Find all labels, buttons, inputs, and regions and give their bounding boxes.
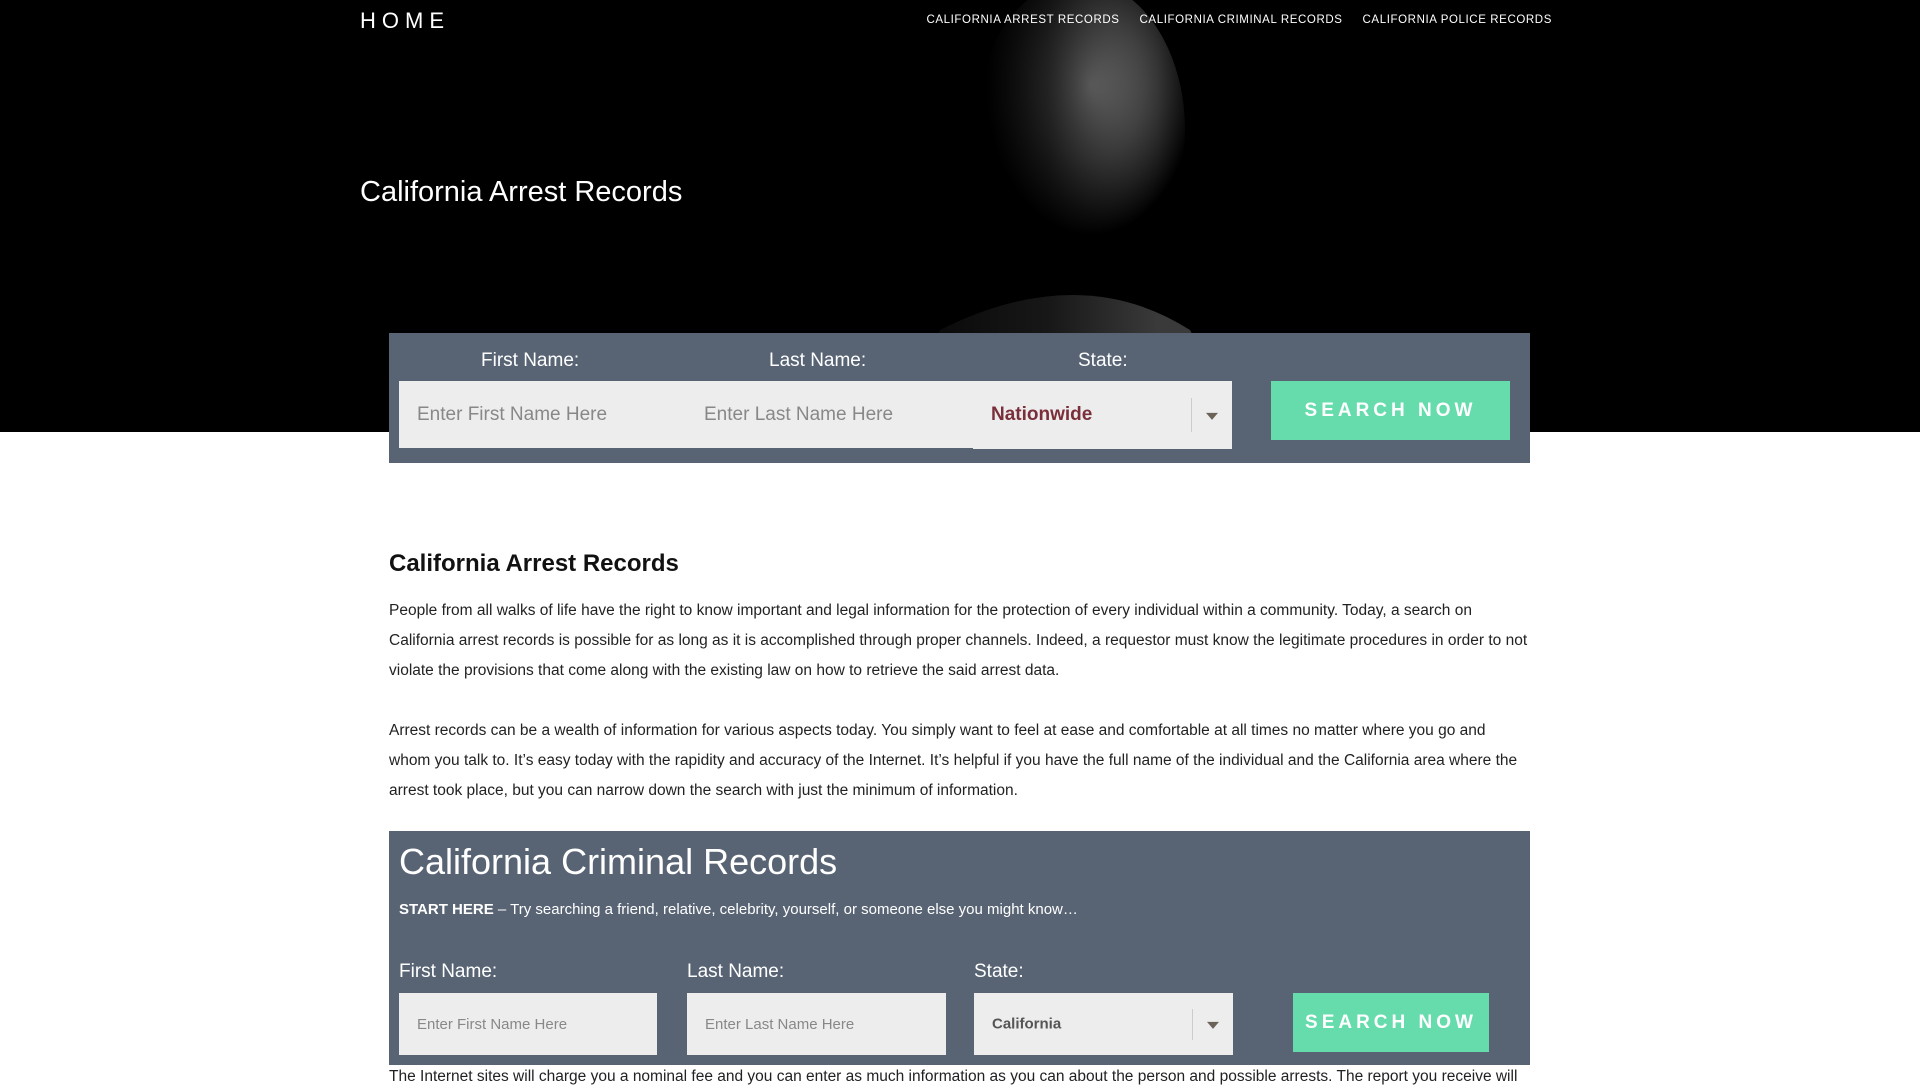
- top-nav: CALIFORNIA ARREST RECORDS CALIFORNIA CRI…: [926, 14, 1552, 26]
- start-here-text: START HERE – Try searching a friend, rel…: [399, 901, 1078, 918]
- article: California Arrest Records People from al…: [389, 550, 1530, 806]
- start-here-label: START HERE: [399, 901, 494, 918]
- criminal-records-form: California Criminal Records START HERE –…: [389, 831, 1530, 1065]
- search-now-button[interactable]: SEARCH NOW: [1271, 381, 1510, 440]
- select-divider: [1192, 1008, 1193, 1040]
- article-paragraph: The Internet sites will charge you a nom…: [389, 1068, 1518, 1085]
- search-now-button[interactable]: SEARCH NOW: [1293, 993, 1489, 1052]
- chevron-down-icon: [1207, 1021, 1219, 1029]
- state-select[interactable]: California: [974, 993, 1233, 1055]
- state-select-value: California: [992, 1015, 1062, 1033]
- nav-police-records[interactable]: CALIFORNIA POLICE RECORDS: [1363, 14, 1552, 26]
- state-select[interactable]: Nationwide: [973, 381, 1232, 449]
- select-divider: [1191, 398, 1192, 432]
- first-name-label: First Name:: [481, 350, 580, 371]
- first-name-label: First Name:: [399, 961, 498, 982]
- criminal-records-title: California Criminal Records: [399, 841, 838, 882]
- chevron-down-icon: [1206, 412, 1218, 420]
- last-name-input[interactable]: [686, 381, 973, 448]
- state-label: State:: [974, 961, 1024, 982]
- last-name-input[interactable]: [687, 993, 946, 1055]
- nav-criminal-records[interactable]: CALIFORNIA CRIMINAL RECORDS: [1140, 14, 1343, 26]
- last-name-label: Last Name:: [687, 961, 785, 982]
- home-link[interactable]: HOME: [360, 8, 450, 34]
- top-search-form: First Name: Last Name: State: Nationwide…: [389, 333, 1530, 463]
- first-name-input[interactable]: [399, 381, 686, 448]
- state-select-value: Nationwide: [991, 404, 1093, 425]
- first-name-input[interactable]: [399, 993, 657, 1055]
- nav-arrest-records[interactable]: CALIFORNIA ARREST RECORDS: [926, 14, 1119, 26]
- article-heading: California Arrest Records: [389, 550, 679, 577]
- last-name-label: Last Name:: [769, 350, 867, 371]
- article-paragraph: People from all walks of life have the r…: [389, 602, 1528, 679]
- start-here-description: – Try searching a friend, relative, cele…: [493, 901, 1078, 918]
- hero-title: California Arrest Records: [360, 176, 683, 208]
- state-label: State:: [1078, 350, 1128, 371]
- article-paragraph: Arrest records can be a wealth of inform…: [389, 722, 1518, 799]
